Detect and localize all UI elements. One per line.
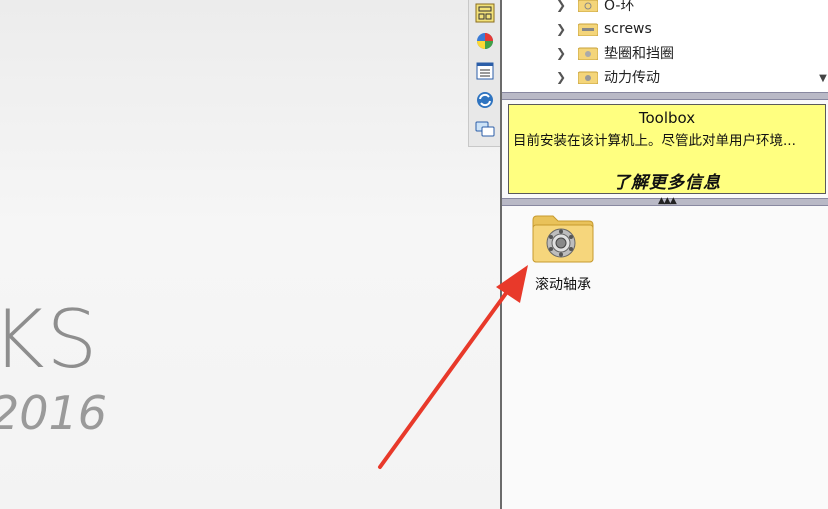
tree-item-label: 动力传动 xyxy=(604,70,660,86)
chevron-right-icon[interactable]: ❯ xyxy=(556,22,570,36)
annotation-arrow-icon xyxy=(378,265,528,469)
bearing-folder-icon xyxy=(532,215,594,263)
grip-icon[interactable]: ▲▲▲ xyxy=(658,196,677,206)
pane-splitter[interactable] xyxy=(502,92,828,100)
appearance-icon[interactable] xyxy=(473,29,497,53)
properties-icon[interactable] xyxy=(473,59,497,83)
pane-splitter[interactable]: ▲▲▲ xyxy=(502,196,828,206)
folder-icon xyxy=(577,70,599,85)
chevron-right-icon[interactable]: ❯ xyxy=(556,70,570,84)
learn-more-link[interactable]: 了解更多信息 xyxy=(509,168,825,193)
library-tree: ❯ O-环 ❯ screws ❯ 垫圈和挡圈 ❯ 动力传动 ▼ xyxy=(502,0,828,92)
folder-icon xyxy=(577,0,599,13)
tree-item-label: screws xyxy=(604,21,652,37)
chevron-right-icon[interactable]: ❯ xyxy=(556,46,570,60)
design-library-panel: ❯ O-环 ❯ screws ❯ 垫圈和挡圈 ❯ 动力传动 ▼ Toolbox … xyxy=(500,0,828,509)
tree-item[interactable]: ❯ 动力传动 xyxy=(556,66,660,88)
tree-item[interactable]: ❯ screws xyxy=(556,18,652,40)
info-tooltip: Toolbox 目前安装在该计算机上。尽管此对单用户环境... 了解更多信息 xyxy=(508,104,826,194)
tooltip-description: 目前安装在该计算机上。尽管此对单用户环境... xyxy=(513,133,796,149)
product-logo-text: KS xyxy=(0,293,100,386)
folder-icon xyxy=(577,46,599,61)
forum-icon[interactable] xyxy=(473,117,497,141)
refresh-icon[interactable] xyxy=(473,88,497,112)
tree-item-label: O-环 xyxy=(604,0,635,14)
task-pane-tabs xyxy=(468,0,501,147)
design-library-icon[interactable] xyxy=(473,1,497,25)
tree-item-label: 垫圈和挡圈 xyxy=(604,46,674,62)
product-year-text: 2016 xyxy=(0,386,108,440)
chevron-right-icon[interactable]: ❯ xyxy=(556,0,570,12)
tooltip-title: Toolbox xyxy=(638,109,696,127)
folder-icon xyxy=(577,22,599,37)
scroll-down-icon[interactable]: ▼ xyxy=(816,70,828,88)
tree-item[interactable]: ❯ 垫圈和挡圈 xyxy=(556,42,674,64)
tree-item[interactable]: ❯ O-环 xyxy=(556,0,634,16)
